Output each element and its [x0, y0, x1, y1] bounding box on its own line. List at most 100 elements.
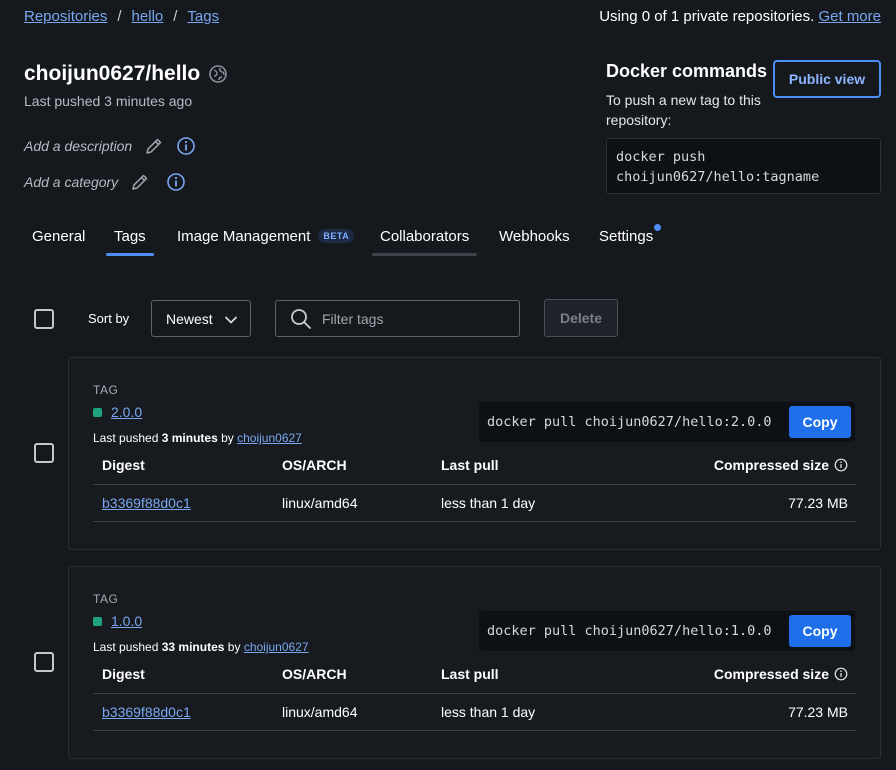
tab-image-management[interactable]: Image Management BETA [177, 222, 355, 256]
private-repo-usage: Using 0 of 1 private repositories. Get m… [599, 8, 881, 25]
repo-title: choijun0627/hello [24, 62, 228, 86]
header-last-pull: Last pull [441, 457, 499, 473]
os-arch-value: linux/amd64 [282, 495, 358, 511]
last-pushed: Last pushed 3 minutes ago [24, 93, 193, 109]
tag-name: 2.0.0 [93, 404, 142, 420]
get-more-link[interactable]: Get more [818, 8, 881, 25]
public-view-button[interactable]: Public view [773, 60, 881, 98]
info-icon[interactable] [834, 458, 848, 472]
tab-general-label: General [32, 228, 86, 245]
sort-select[interactable]: Newest [151, 300, 251, 337]
tag-card: TAG 1.0.0 Last pushed 33 minutes by choi… [68, 566, 881, 759]
table-row: b3369f88d0c1 linux/amd64 less than 1 day… [93, 485, 856, 522]
last-pull-value: less than 1 day [441, 704, 536, 720]
tag-version-link[interactable]: 2.0.0 [111, 404, 142, 420]
tab-settings[interactable]: Settings [599, 222, 662, 256]
edit-category-pencil-icon[interactable] [130, 172, 150, 192]
repo-tabs: General Tags Image Management BETA Collab… [24, 222, 684, 256]
tab-webhooks-label: Webhooks [499, 228, 570, 245]
tag-version-link[interactable]: 1.0.0 [111, 613, 142, 629]
docker-commands-subtitle: To push a new tag to this repository: [606, 92, 761, 128]
docker-commands-title: Docker commands [606, 61, 768, 81]
header-digest: Digest [102, 666, 145, 682]
category-info-icon[interactable] [166, 172, 186, 192]
docker-push-command[interactable]: docker push choijun0627/hello:tagname [606, 138, 881, 194]
tag-card: TAG 2.0.0 Last pushed 3 minutes by choij… [68, 357, 881, 550]
delete-button[interactable]: Delete [544, 299, 618, 337]
breadcrumb-separator: / [117, 8, 122, 25]
header-last-pull: Last pull [441, 666, 499, 682]
pushed-time: 3 minutes [161, 431, 218, 445]
tab-settings-label: Settings [599, 228, 654, 245]
tag-row-checkbox[interactable] [34, 652, 54, 672]
chevron-down-icon [225, 316, 237, 324]
info-icon[interactable] [834, 667, 848, 681]
tag-name: 1.0.0 [93, 613, 142, 629]
pushed-user-link[interactable]: choijun0627 [237, 431, 302, 445]
category-row: Add a category [24, 172, 186, 192]
tag-section-label: TAG [93, 592, 119, 606]
tab-tags[interactable]: Tags [106, 222, 154, 256]
tag-status-square [93, 616, 102, 626]
tag-status-square [93, 407, 102, 417]
copy-button[interactable]: Copy [789, 615, 851, 647]
pushed-prefix: Last pushed [93, 640, 159, 654]
sort-by-label: Sort by [88, 311, 130, 326]
breadcrumb-tags[interactable]: Tags [187, 8, 219, 25]
breadcrumb-separator: / [173, 8, 178, 25]
description-row: Add a description [24, 136, 196, 156]
tab-image-management-label: Image Management [177, 228, 311, 245]
pushed-by: by [221, 431, 234, 445]
compressed-size-value: 77.23 MB [788, 495, 848, 511]
header-os-arch: OS/ARCH [282, 666, 347, 682]
repo-name: choijun0627/hello [24, 62, 201, 85]
digest-link[interactable]: b3369f88d0c1 [102, 704, 191, 720]
filter-tags-input[interactable]: Filter tags [275, 300, 520, 337]
tag-last-pushed: Last pushed 33 minutes by choijun0627 [93, 640, 309, 654]
tab-collaborators-label: Collaborators [380, 228, 470, 245]
tab-general[interactable]: General [32, 222, 85, 256]
select-all-checkbox[interactable] [34, 309, 54, 329]
tab-tags-label: Tags [114, 228, 146, 245]
os-arch-value: linux/amd64 [282, 704, 358, 720]
add-description-text: Add a description [24, 138, 133, 154]
add-category-text: Add a category [24, 174, 119, 190]
public-globe-icon [209, 65, 228, 83]
pushed-time: 33 minutes [161, 640, 225, 654]
sort-value: Newest [166, 310, 213, 327]
compressed-size-value: 77.23 MB [788, 704, 848, 720]
breadcrumb-repositories[interactable]: Repositories [24, 8, 107, 25]
usage-text: Using 0 of 1 private repositories. [599, 8, 815, 25]
tab-webhooks[interactable]: Webhooks [499, 222, 570, 256]
pushed-by: by [227, 640, 241, 654]
digest-link[interactable]: b3369f88d0c1 [102, 495, 191, 511]
header-compressed-size-label: Compressed size [713, 666, 829, 682]
docker-pull-command[interactable]: docker pull choijun0627/hello:2.0.0 Copy [479, 402, 855, 442]
tag-row-checkbox[interactable] [34, 443, 54, 463]
pushed-user-link[interactable]: choijun0627 [244, 640, 309, 654]
header-os-arch: OS/ARCH [282, 457, 347, 473]
docker-pull-command[interactable]: docker pull choijun0627/hello:1.0.0 Copy [479, 611, 855, 651]
beta-badge: BETA [318, 229, 355, 243]
breadcrumb-hello[interactable]: hello [132, 8, 164, 25]
tab-collaborators[interactable]: Collaborators [371, 222, 478, 256]
settings-notification-dot [654, 224, 662, 231]
filter-placeholder: Filter tags [322, 310, 384, 327]
header-compressed-size: Compressed size [714, 666, 848, 682]
header-compressed-size: Compressed size [714, 457, 848, 473]
edit-description-pencil-icon[interactable] [144, 136, 164, 156]
header-compressed-size-label: Compressed size [713, 457, 829, 473]
header-digest: Digest [102, 457, 145, 473]
tag-last-pushed: Last pushed 3 minutes by choijun0627 [93, 431, 302, 445]
last-pull-value: less than 1 day [441, 495, 536, 511]
description-info-icon[interactable] [176, 136, 196, 156]
breadcrumb: Repositories / hello / Tags [24, 8, 219, 25]
pull-command-text: docker pull choijun0627/hello:2.0.0 [487, 414, 772, 430]
copy-button[interactable]: Copy [789, 406, 851, 438]
pull-command-text: docker pull choijun0627/hello:1.0.0 [487, 623, 772, 639]
pushed-prefix: Last pushed [93, 431, 159, 445]
table-row: b3369f88d0c1 linux/amd64 less than 1 day… [93, 694, 856, 731]
table-header: Digest OS/ARCH Last pull Compressed size [93, 446, 856, 485]
search-icon [291, 308, 311, 329]
table-header: Digest OS/ARCH Last pull Compressed size [93, 655, 856, 694]
